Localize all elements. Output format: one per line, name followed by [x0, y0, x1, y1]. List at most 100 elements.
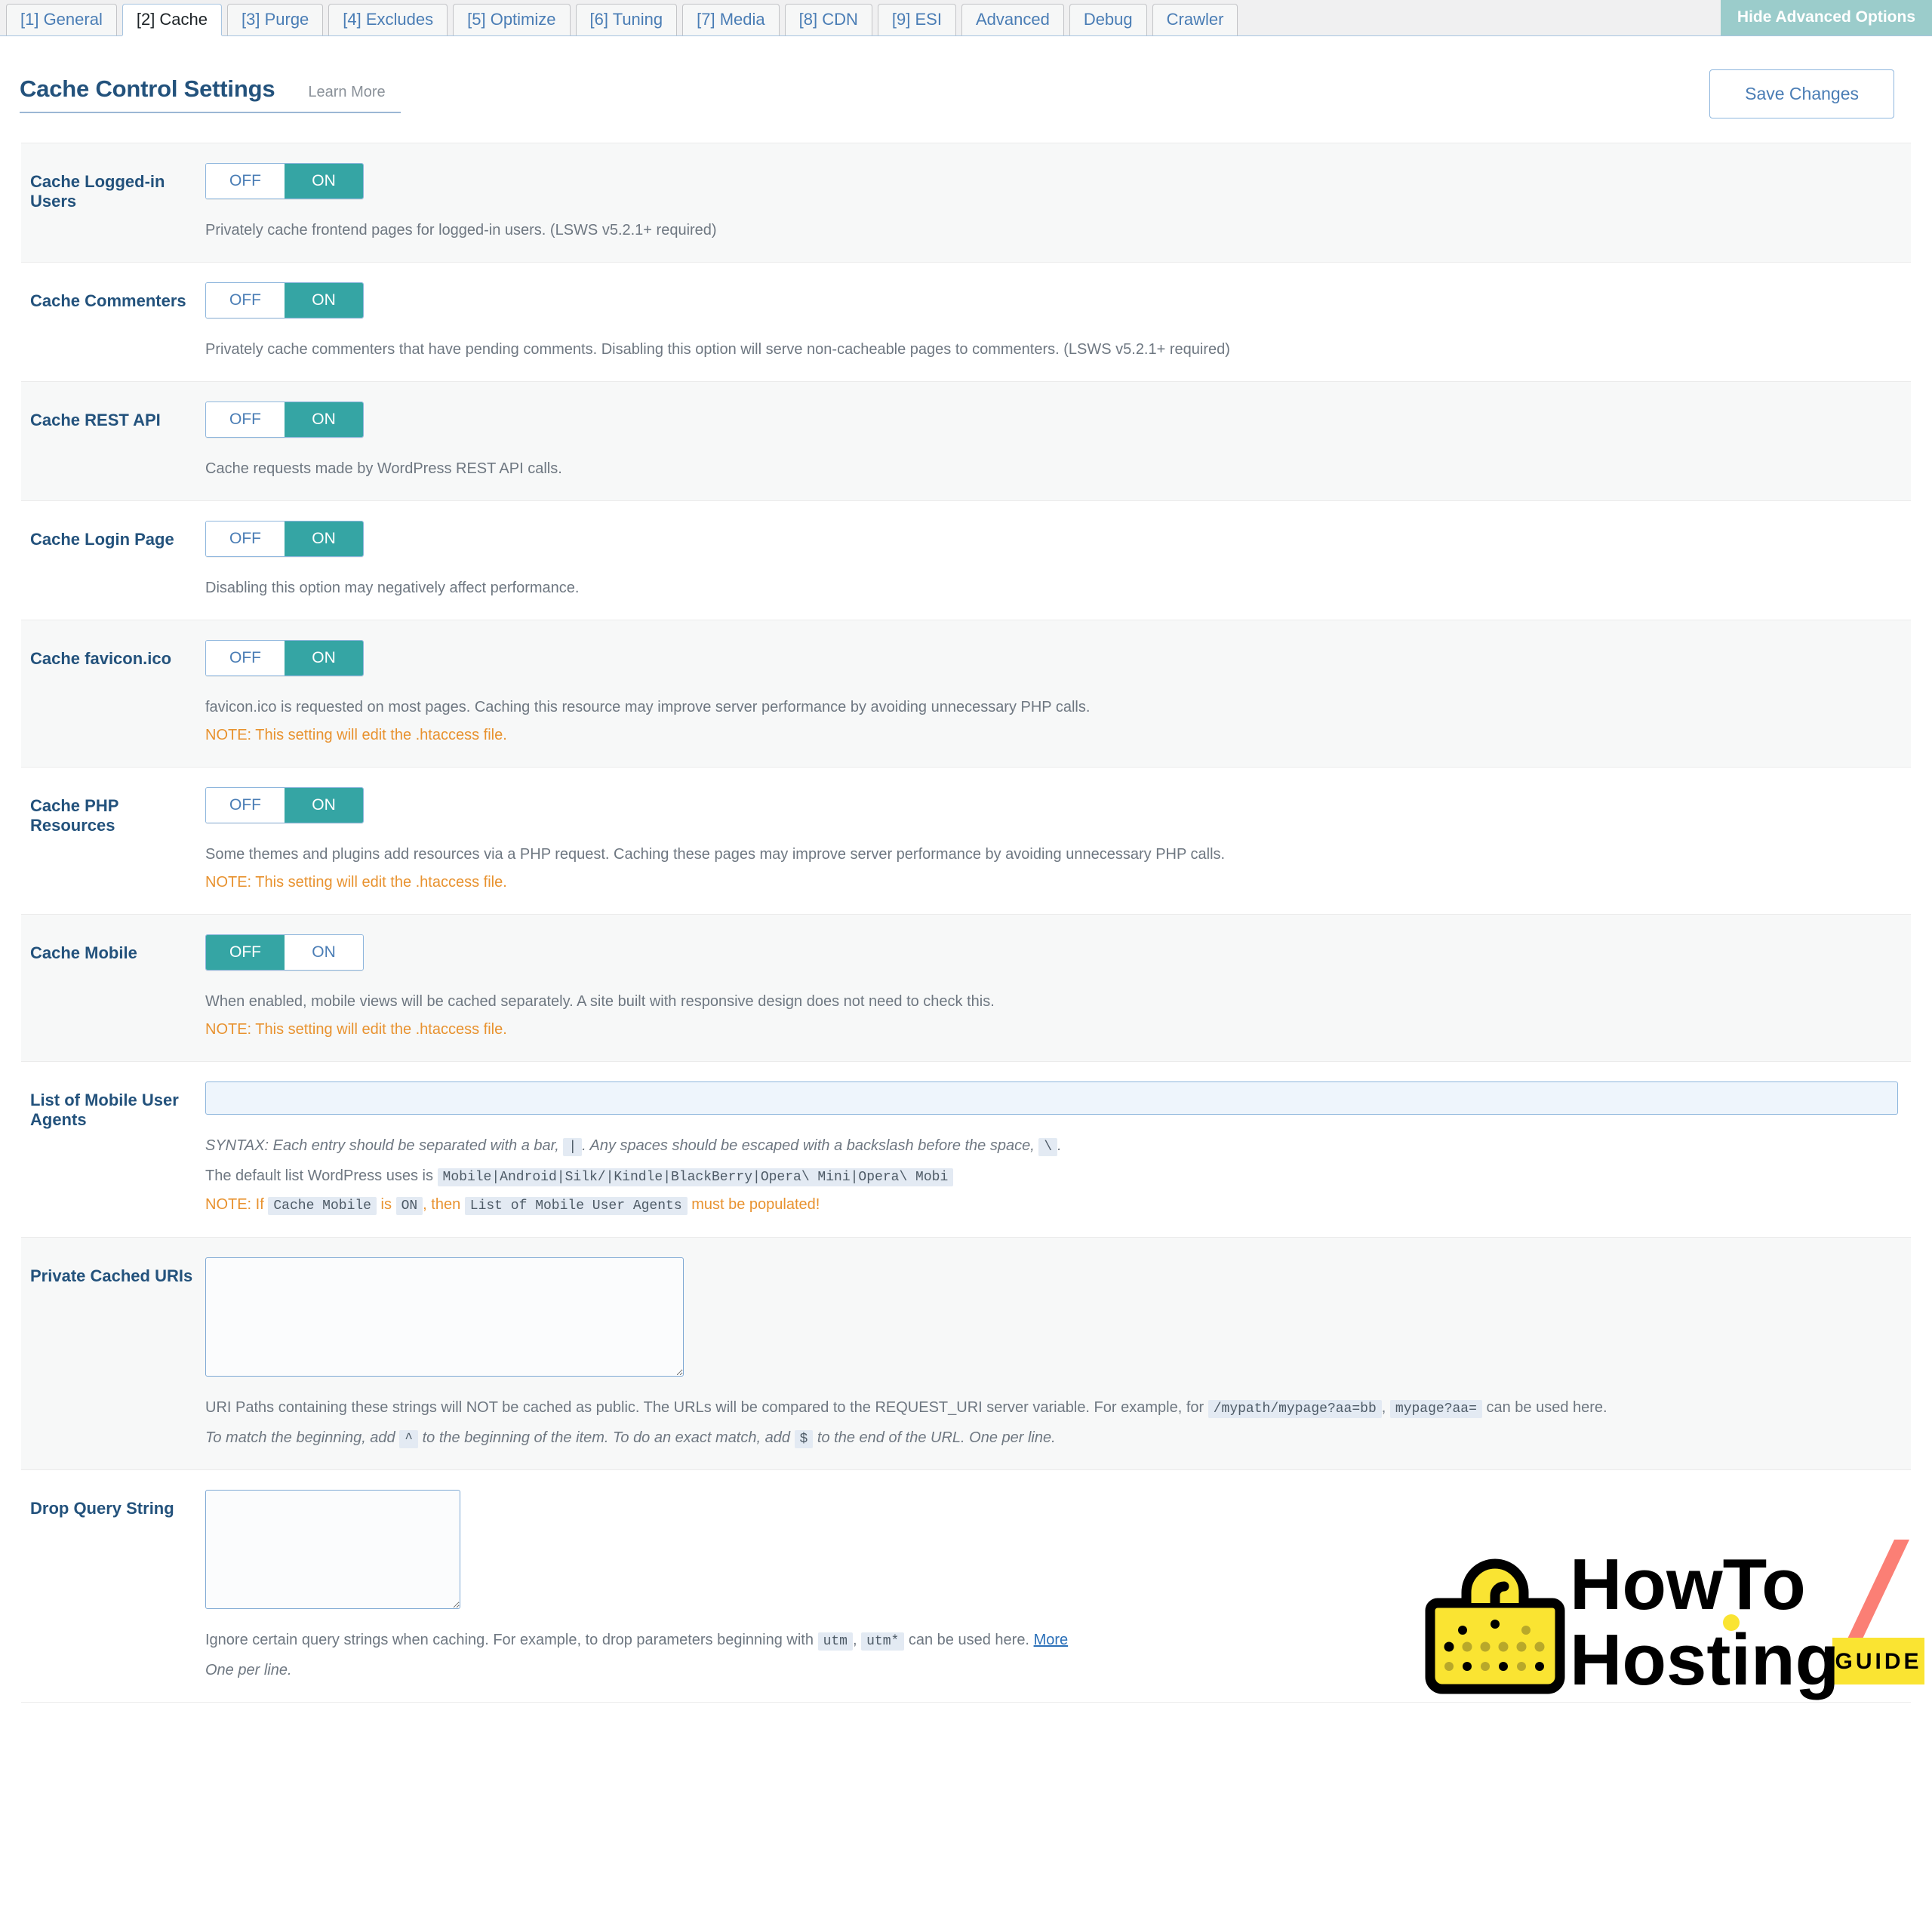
note-text-c: , then	[423, 1195, 461, 1213]
mobile-agents-syntax-line: SYNTAX: Each entry should be separated w…	[205, 1134, 1898, 1158]
setting-note: NOTE: This setting will edit the .htacce…	[205, 874, 507, 891]
toggle-off-option[interactable]: OFF	[206, 641, 285, 675]
toggle-cache-mobile[interactable]: OFF ON	[205, 934, 364, 971]
tab-optimize[interactable]: [5] Optimize	[453, 4, 571, 35]
tab-debug[interactable]: Debug	[1069, 4, 1147, 35]
setting-body: URI Paths containing these strings will …	[205, 1257, 1911, 1451]
syntax-text-a: SYNTAX: Each entry should be separated w…	[205, 1137, 559, 1154]
tab-crawler[interactable]: Crawler	[1152, 4, 1238, 35]
private-desc-e: to the beginning of the item. To do an e…	[422, 1429, 790, 1446]
setting-row-mobile-user-agents: List of Mobile User Agents SYNTAX: Each …	[21, 1062, 1911, 1238]
toggle-on-option[interactable]: ON	[285, 521, 363, 556]
toggle-off-option[interactable]: OFF	[206, 935, 285, 970]
toggle-on-option[interactable]: ON	[285, 935, 363, 970]
setting-label: Cache Logged-in Users	[30, 172, 165, 211]
setting-description: When enabled, mobile views will be cache…	[205, 993, 995, 1010]
setting-label: Cache favicon.ico	[30, 649, 172, 668]
drop-query-desc-line-2: One per line.	[205, 1662, 292, 1679]
syntax-text-c: .	[1057, 1137, 1062, 1154]
toggle-off-option[interactable]: OFF	[206, 283, 285, 318]
setting-row-cache-commenters: Cache Commenters OFF ON Privately cache …	[21, 263, 1911, 382]
toggle-cache-commenters[interactable]: OFF ON	[205, 282, 364, 318]
toggle-on-option[interactable]: ON	[285, 164, 363, 198]
tab-cache[interactable]: [2] Cache	[122, 4, 223, 35]
setting-label: Private Cached URIs	[30, 1266, 193, 1285]
mobile-agents-default-line: The default list WordPress uses is Mobil…	[205, 1165, 1898, 1189]
setting-note: NOTE: This setting will edit the .htacce…	[205, 1021, 507, 1038]
toggle-cache-rest-api[interactable]: OFF ON	[205, 402, 364, 438]
tab-cdn[interactable]: [8] CDN	[784, 4, 872, 35]
drop-code-utm-star: utm*	[861, 1632, 905, 1651]
private-cached-uris-textarea[interactable]	[205, 1257, 684, 1377]
tab-esi[interactable]: [9] ESI	[877, 4, 956, 35]
setting-body: OFF ON favicon.ico is requested on most …	[205, 640, 1911, 747]
default-list-code: Mobile|Android|Silk/|Kindle|BlackBerry|O…	[437, 1168, 954, 1186]
setting-row-drop-query-string: Drop Query String Ignore certain query s…	[21, 1470, 1911, 1703]
setting-note: NOTE: This setting will edit the .htacce…	[205, 727, 507, 743]
tab-advanced[interactable]: Advanced	[961, 4, 1064, 35]
toggle-on-option[interactable]: ON	[285, 283, 363, 318]
setting-body: OFF ON Privately cache commenters that h…	[205, 282, 1911, 362]
mobile-user-agents-input[interactable]	[205, 1081, 1898, 1115]
note-code-cache-mobile: Cache Mobile	[268, 1196, 377, 1215]
setting-body: OFF ON Some themes and plugins add resou…	[205, 787, 1911, 894]
settings-page: Cache Control Settings Learn More Save C…	[0, 36, 1932, 1703]
tab-excludes[interactable]: [4] Excludes	[328, 4, 448, 35]
setting-label: Cache Login Page	[30, 530, 174, 549]
toggle-cache-php-resources[interactable]: OFF ON	[205, 787, 364, 823]
drop-desc-b: ,	[852, 1632, 857, 1649]
setting-row-private-cached-uris: Private Cached URIs URI Paths containing…	[21, 1237, 1911, 1471]
toggle-off-option[interactable]: OFF	[206, 164, 285, 198]
private-desc-b: ,	[1381, 1398, 1386, 1416]
save-changes-button[interactable]: Save Changes	[1709, 69, 1894, 118]
note-text-d: must be populated!	[691, 1195, 820, 1213]
private-desc-d: To match the beginning, add	[205, 1429, 395, 1446]
tab-general[interactable]: [1] General	[6, 4, 117, 35]
private-code-path-2: mypage?aa=	[1389, 1399, 1482, 1418]
note-code-on: ON	[395, 1196, 423, 1215]
note-text-a: NOTE: If	[205, 1195, 264, 1213]
setting-row-cache-login-page: Cache Login Page OFF ON Disabling this o…	[21, 501, 1911, 620]
toggle-off-option[interactable]: OFF	[206, 521, 285, 556]
setting-row-cache-rest-api: Cache REST API OFF ON Cache requests mad…	[21, 382, 1911, 501]
toggle-cache-favicon[interactable]: OFF ON	[205, 640, 364, 676]
toggle-cache-logged-in-users[interactable]: OFF ON	[205, 163, 364, 199]
tab-tuning[interactable]: [6] Tuning	[575, 4, 678, 35]
setting-label: List of Mobile User Agents	[30, 1091, 179, 1129]
private-code-dollar: $	[794, 1429, 814, 1448]
setting-row-cache-logged-in-users: Cache Logged-in Users OFF ON Privately c…	[21, 143, 1911, 263]
hide-advanced-options-button[interactable]: Hide Advanced Options	[1720, 0, 1932, 35]
toggle-on-option[interactable]: ON	[285, 641, 363, 675]
setting-label: Cache Mobile	[30, 943, 137, 962]
private-uris-desc-line-1: URI Paths containing these strings will …	[205, 1396, 1896, 1420]
setting-row-cache-php-resources: Cache PHP Resources OFF ON Some themes a…	[21, 768, 1911, 915]
toggle-cache-login-page[interactable]: OFF ON	[205, 521, 364, 557]
learn-more-link[interactable]: Learn More	[308, 84, 385, 101]
drop-query-string-textarea[interactable]	[205, 1490, 460, 1610]
syntax-code-bar: |	[563, 1138, 583, 1156]
page-header: Cache Control Settings Learn More Save C…	[20, 36, 1911, 118]
setting-description: Some themes and plugins add resources vi…	[205, 846, 1226, 863]
private-desc-f: to the end of the URL. One per line.	[817, 1429, 1056, 1446]
private-desc-a: URI Paths containing these strings will …	[205, 1398, 1204, 1416]
toggle-off-option[interactable]: OFF	[206, 402, 285, 437]
syntax-text-b: . Any spaces should be escaped with a ba…	[582, 1137, 1035, 1154]
setting-description: Privately cache frontend pages for logge…	[205, 222, 717, 238]
toggle-off-option[interactable]: OFF	[206, 788, 285, 823]
tab-purge[interactable]: [3] Purge	[227, 4, 324, 35]
tab-bar: [1] General [2] Cache [3] Purge [4] Excl…	[0, 0, 1932, 36]
setting-description: Disabling this option may negatively aff…	[205, 580, 580, 596]
setting-label: Cache Commenters	[30, 291, 186, 310]
setting-description: Cache requests made by WordPress REST AP…	[205, 460, 562, 477]
toggle-on-option[interactable]: ON	[285, 402, 363, 437]
drop-query-more-link[interactable]: More	[1034, 1632, 1069, 1648]
default-list-prefix: The default list WordPress uses is	[205, 1167, 433, 1184]
toggle-on-option[interactable]: ON	[285, 788, 363, 823]
page-title: Cache Control Settings	[20, 75, 275, 102]
tab-media[interactable]: [7] Media	[682, 4, 780, 35]
setting-description: favicon.ico is requested on most pages. …	[205, 699, 1091, 715]
setting-label: Drop Query String	[30, 1499, 174, 1518]
drop-code-utm: utm	[817, 1632, 853, 1651]
setting-label: Cache REST API	[30, 411, 161, 429]
mobile-agents-note: NOTE: If Cache Mobile is ON, then List o…	[205, 1193, 1898, 1217]
